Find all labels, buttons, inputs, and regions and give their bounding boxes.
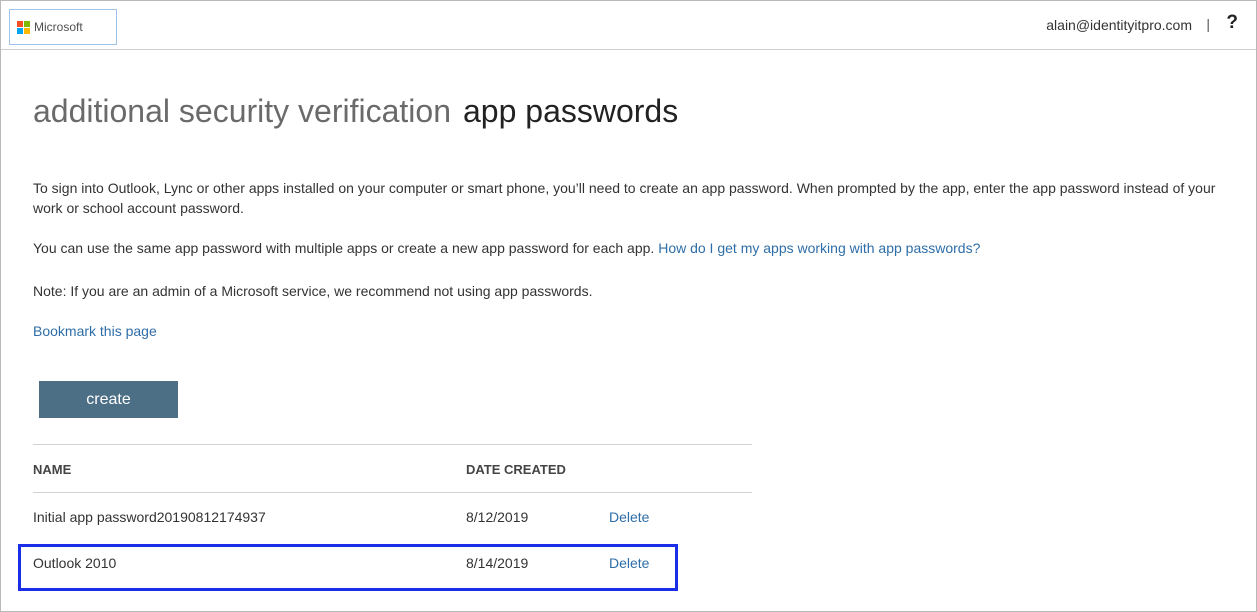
user-email[interactable]: alain@identityitpro.com bbox=[1046, 17, 1192, 33]
info-text: You can use the same app password with m… bbox=[33, 240, 655, 256]
note-paragraph: Note: If you are an admin of a Microsoft… bbox=[33, 283, 593, 299]
column-header-name: NAME bbox=[33, 462, 72, 477]
top-bar: Microsoft alain@identityitpro.com | ? bbox=[1, 1, 1256, 50]
create-button[interactable]: create bbox=[39, 381, 178, 418]
help-icon[interactable]: ? bbox=[1226, 12, 1238, 34]
help-apps-link[interactable]: How do I get my apps working with app pa… bbox=[658, 240, 980, 256]
bookmark-paragraph: Bookmark this page bbox=[33, 321, 1228, 341]
column-header-date-created: DATE CREATED bbox=[466, 462, 566, 477]
microsoft-brand[interactable]: Microsoft bbox=[9, 9, 117, 45]
title-main: additional security verification bbox=[33, 93, 451, 129]
intro-paragraph: To sign into Outlook, Lync or other apps… bbox=[33, 180, 1216, 216]
microsoft-logo-icon bbox=[17, 21, 30, 34]
row-1-name: Initial app password20190812174937 bbox=[33, 509, 266, 525]
header-divider bbox=[33, 492, 752, 493]
title-subtitle: app passwords bbox=[462, 93, 679, 129]
table-top-divider bbox=[33, 444, 752, 445]
page-title: additional security verification app pass… bbox=[33, 93, 678, 130]
app-window: Microsoft alain@identityitpro.com | ? ad… bbox=[0, 0, 1257, 612]
info-paragraph: You can use the same app password with m… bbox=[33, 238, 1228, 258]
bookmark-link[interactable]: Bookmark this page bbox=[33, 323, 157, 339]
row-1-date: 8/12/2019 bbox=[466, 509, 529, 525]
highlight-box bbox=[18, 544, 678, 591]
header-separator: | bbox=[1206, 16, 1210, 32]
brand-label: Microsoft bbox=[34, 20, 83, 34]
row-1-delete-link[interactable]: Delete bbox=[609, 509, 649, 525]
